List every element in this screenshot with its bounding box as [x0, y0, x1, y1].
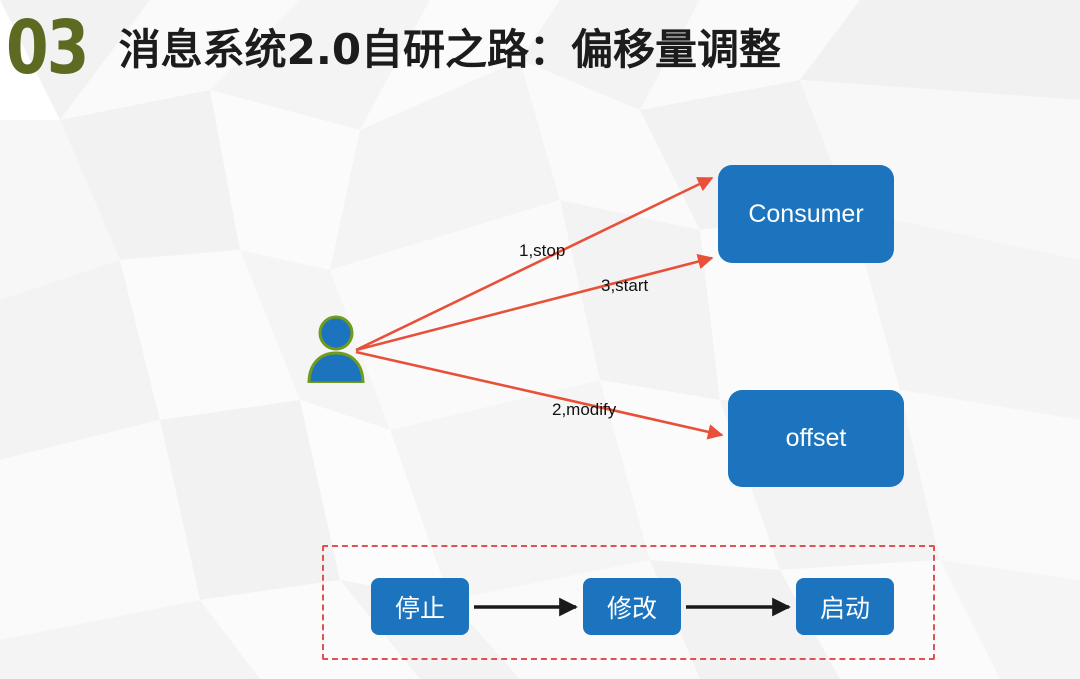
edge-label-start: 3,start: [601, 276, 649, 295]
node-offset[interactable]: offset: [728, 390, 904, 487]
edge-label-modify: 2,modify: [552, 400, 617, 419]
flow-step-modify[interactable]: 修改: [583, 578, 681, 635]
flow-step-stop-label: 停止: [394, 593, 445, 623]
node-consumer[interactable]: Consumer: [718, 165, 894, 263]
flow-step-stop[interactable]: 停止: [371, 578, 469, 635]
slide-header: 03 消息系统2.0自研之路：偏移量调整: [0, 0, 1080, 100]
flow-step-modify-label: 修改: [606, 593, 657, 623]
person-icon: [307, 315, 365, 383]
slide-canvas: 03 消息系统2.0自研之路：偏移量调整 Consumer offset 1,s…: [0, 0, 1080, 679]
page-title: 消息系统2.0自研之路：偏移量调整: [118, 25, 782, 74]
edge-start-line: [355, 253, 714, 352]
node-consumer-label: Consumer: [748, 199, 864, 228]
edge-stop-line: [355, 176, 714, 352]
edge-modify-line: [355, 350, 724, 440]
flow-step-start-label: 启动: [819, 593, 870, 623]
edge-label-stop: 1,stop: [519, 241, 566, 260]
node-offset-label: offset: [785, 424, 847, 452]
flow-step-start[interactable]: 启动: [796, 578, 894, 635]
section-number: 03: [6, 5, 89, 91]
